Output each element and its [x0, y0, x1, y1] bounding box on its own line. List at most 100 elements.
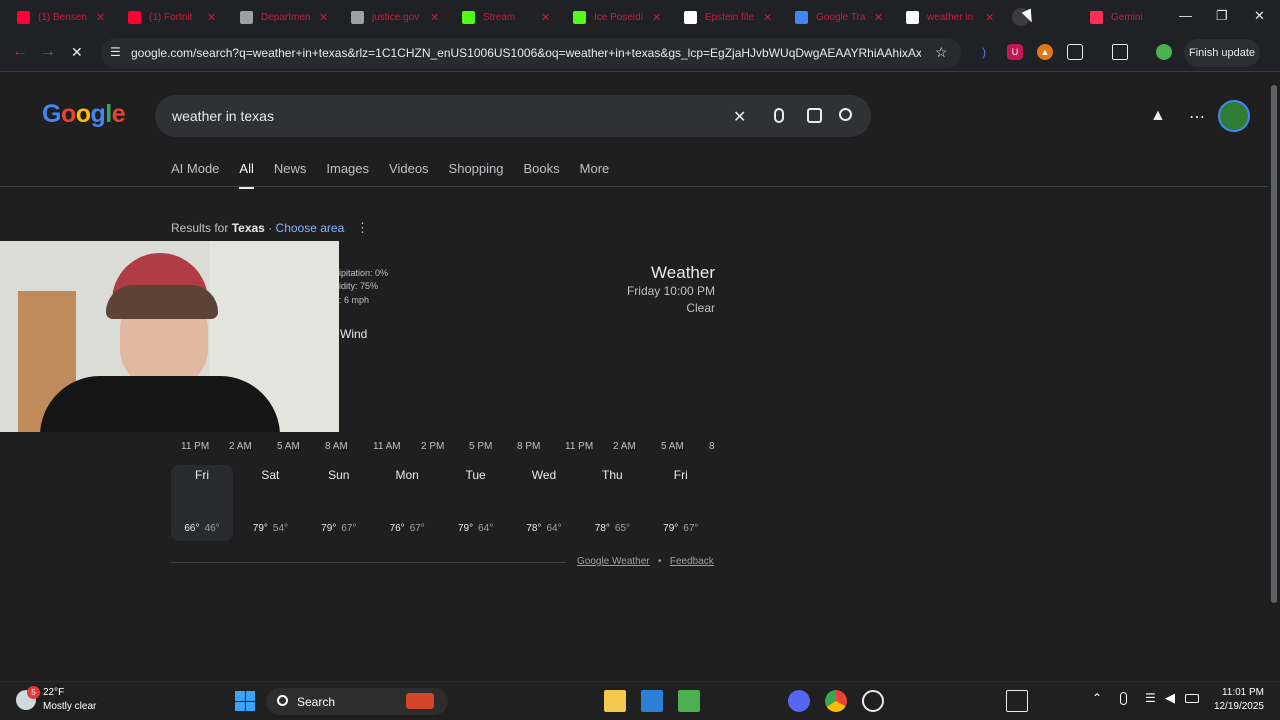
google-weather-link[interactable]: Google Weather	[577, 556, 650, 567]
clock-date[interactable]: 12/19/2025	[1200, 701, 1264, 712]
close-tab-icon[interactable]: ✕	[874, 11, 883, 24]
search-tab[interactable]: Shopping	[449, 161, 504, 189]
close-tab-icon[interactable]: ✕	[652, 11, 661, 24]
photos-icon[interactable]	[641, 690, 663, 712]
search-tab[interactable]: Books	[524, 161, 560, 189]
bookmark-star-icon[interactable]: ☆	[935, 44, 948, 61]
wifi-icon[interactable]: ☰	[1145, 691, 1156, 705]
forecast-day[interactable]: Sat 79° 54°	[239, 465, 301, 541]
close-tab-icon[interactable]: ✕	[763, 11, 772, 24]
back-icon[interactable]: ←	[12, 43, 28, 61]
clear-search-icon[interactable]: ✕	[733, 107, 746, 127]
browser-tab[interactable]: justice.gov ✕	[351, 6, 439, 28]
close-tab-icon[interactable]: ✕	[207, 11, 216, 24]
wind-tab[interactable]: Wind	[340, 327, 367, 341]
search-tab[interactable]: News	[274, 161, 307, 189]
google-logo[interactable]: Google	[42, 100, 126, 129]
hour-label: 11 PM	[181, 441, 210, 452]
taskbar: 5 22°F Mostly clear Search ⌃ ☰ ◀ 11:01 P…	[0, 681, 1280, 720]
browser-tab[interactable]: Google Tra ✕	[795, 6, 883, 28]
search-tab[interactable]: Images	[326, 161, 369, 189]
stop-loading-icon[interactable]: ✕	[71, 44, 83, 61]
close-tab-icon[interactable]: ✕	[430, 11, 439, 24]
feedback-link[interactable]: Feedback	[670, 556, 714, 567]
forecast-day[interactable]: Wed 78° 64°	[513, 465, 575, 541]
volume-icon[interactable]: ◀	[1165, 690, 1175, 706]
browser-tab[interactable]: Gemini	[1090, 6, 1163, 28]
close-tab-icon[interactable]: ✕	[541, 11, 550, 24]
lens-search-icon[interactable]	[807, 108, 822, 123]
close-tab-icon[interactable]: ✕	[96, 11, 105, 24]
browser-tab[interactable]: (1) Fortnit ✕	[128, 6, 216, 28]
search-tab[interactable]: All	[239, 161, 254, 189]
close-tab-icon[interactable]: ✕	[985, 11, 994, 24]
taskbar-search[interactable]: Search	[266, 688, 448, 715]
extension-audio-icon[interactable]: )	[976, 44, 992, 60]
forecast-low: 46°	[204, 523, 220, 534]
browser-tab[interactable]: Departmen ✕	[240, 6, 328, 28]
search-highlight-icon	[406, 693, 434, 709]
taskbar-condition[interactable]: Mostly clear	[43, 701, 96, 712]
apps-grid-icon[interactable]: ⋯	[1189, 107, 1205, 127]
search-tab[interactable]: Videos	[389, 161, 429, 189]
browser-tab[interactable]: Epstein file ✕	[684, 6, 772, 28]
browser-tab-title: Google Tra	[816, 11, 866, 23]
search-tab[interactable]: AI Mode	[171, 161, 219, 189]
forecast-day[interactable]: Sun 79° 67°	[308, 465, 370, 541]
minimize-icon[interactable]: —	[1179, 8, 1192, 23]
forward-icon[interactable]: →	[40, 43, 56, 61]
scrollbar-thumb[interactable]	[1271, 85, 1277, 603]
extension-shield-icon[interactable]: U	[1007, 44, 1023, 60]
chrome-icon[interactable]	[825, 690, 847, 712]
minecraft-icon[interactable]	[678, 690, 700, 712]
extensions-puzzle-icon[interactable]	[1067, 44, 1083, 60]
scrollbar[interactable]	[1268, 73, 1280, 681]
forecast-low: 65°	[614, 523, 631, 534]
voice-search-icon[interactable]	[774, 108, 784, 123]
battery-icon[interactable]	[1185, 694, 1199, 703]
search-tab[interactable]: More	[580, 161, 610, 189]
choose-area-link[interactable]: Choose area	[276, 221, 345, 235]
restore-icon[interactable]: ❐	[1216, 8, 1228, 24]
forecast-day[interactable]: Mon 76° 67°	[376, 465, 438, 541]
site-info-icon[interactable]: ☰	[110, 45, 121, 59]
close-tab-icon[interactable]: ✕	[319, 11, 328, 24]
search-input[interactable]: weather in texas	[172, 108, 274, 124]
browser-tab[interactable]: Stream ✕	[462, 6, 550, 28]
steam-icon[interactable]	[862, 690, 884, 712]
extension-fox-icon[interactable]: ▲	[1037, 44, 1053, 60]
kick-icon	[573, 10, 586, 24]
browser-tab[interactable]: Ice Poseidi ✕	[573, 6, 661, 28]
microphone-icon[interactable]	[1120, 692, 1127, 705]
account-avatar[interactable]	[1218, 100, 1250, 132]
profile-avatar-icon[interactable]	[1156, 44, 1172, 60]
file-explorer-icon[interactable]	[604, 690, 626, 712]
finish-update-button[interactable]: Finish update	[1184, 39, 1260, 67]
search-icon[interactable]	[839, 108, 852, 121]
search-tabs: AI Mode All News Images Videos Shopping Books M…	[171, 161, 609, 189]
more-options-icon[interactable]: ⋮	[356, 220, 369, 236]
hour-label: 2 AM	[613, 441, 636, 452]
browser-tab[interactable]: weather in ✕	[906, 6, 994, 28]
youtube-icon	[17, 10, 30, 24]
labs-flask-icon[interactable]: ▲	[1150, 107, 1166, 125]
address-bar[interactable]: ☰ google.com/search?q=weather+in+texas&r…	[101, 38, 961, 68]
snipping-tool-icon[interactable]	[1006, 690, 1028, 712]
clock-time[interactable]: 11:01 PM	[1210, 687, 1264, 698]
close-window-icon[interactable]: ✕	[1254, 8, 1265, 24]
show-hidden-icons-icon[interactable]: ⌃	[1092, 691, 1102, 705]
forecast-day[interactable]: Fri 79° 67°	[650, 465, 712, 541]
forecast-day-name: Fri	[195, 468, 209, 482]
url-text[interactable]: google.com/search?q=weather+in+texas&rlz…	[131, 46, 921, 60]
discord-icon[interactable]	[788, 690, 810, 712]
taskbar-temp[interactable]: 22°F	[43, 687, 64, 698]
browser-tab[interactable]: (1) Bensen ✕	[17, 6, 105, 28]
tab-search-icon[interactable]	[1112, 44, 1128, 60]
browser-tab-title: Departmen	[261, 11, 311, 23]
browser-tab-title: Stream	[483, 11, 516, 23]
forecast-day[interactable]: Thu 78° 65°	[581, 465, 643, 541]
forecast-day[interactable]: Tue 79° 64°	[445, 465, 507, 541]
windows-start-icon[interactable]	[235, 691, 255, 711]
search-box[interactable]: weather in texas ✕	[155, 95, 871, 137]
forecast-day[interactable]: Fri 66° 46°	[171, 465, 233, 541]
